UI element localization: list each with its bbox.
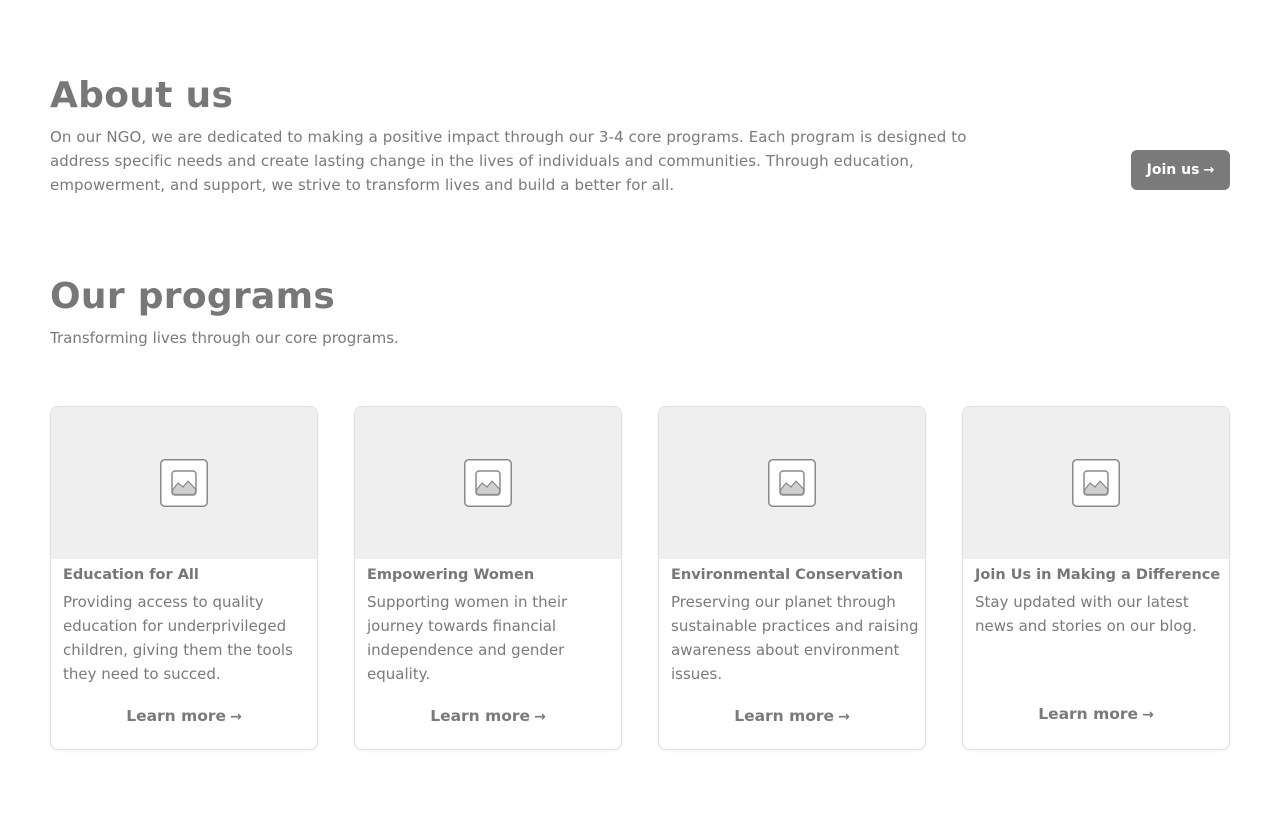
learn-more-label: Learn more [126, 707, 227, 725]
arrow-right-icon: → [838, 709, 850, 725]
card-image-placeholder [355, 407, 621, 559]
card-description: Providing access to quality education fo… [63, 593, 293, 683]
arrow-right-icon: → [1203, 162, 1215, 178]
about-section: About us On our NGO, we are dedicated to… [50, 70, 1230, 210]
card-title: Education for All [63, 567, 199, 583]
arrow-right-icon: → [534, 709, 546, 725]
program-card-women: Empowering Women Supporting women in the… [354, 406, 622, 750]
about-description: On our NGO, we are dedicated to making a… [50, 128, 967, 194]
image-placeholder-icon [1072, 459, 1120, 507]
card-description: Preserving our planet through sustainabl… [671, 593, 919, 683]
program-card-join: Join Us in Making a Difference Stay upda… [962, 406, 1230, 750]
about-title: About us [50, 75, 234, 116]
card-title: Empowering Women [367, 567, 535, 583]
card-title: Environmental Conservation [671, 567, 904, 583]
program-card-education: Education for All Providing access to qu… [50, 406, 318, 750]
join-us-label: Join us [1146, 162, 1200, 178]
programs-subtitle: Transforming lives through our core prog… [50, 329, 399, 347]
learn-more-link[interactable]: Learn more → [963, 703, 1229, 726]
card-title: Join Us in Making a Difference [975, 567, 1221, 583]
learn-more-link[interactable]: Learn more → [355, 705, 621, 728]
join-us-button[interactable]: Join us → [1131, 150, 1230, 190]
card-image-placeholder [659, 407, 925, 559]
image-placeholder-icon [160, 459, 208, 507]
arrow-right-icon: → [230, 709, 242, 725]
learn-more-link[interactable]: Learn more → [51, 705, 317, 728]
image-placeholder-icon [768, 459, 816, 507]
learn-more-link[interactable]: Learn more → [659, 705, 925, 728]
arrow-right-icon: → [1142, 707, 1154, 723]
image-placeholder-icon [464, 459, 512, 507]
card-description: Supporting women in their journey toward… [367, 593, 568, 683]
learn-more-label: Learn more [734, 707, 835, 725]
card-image-placeholder [963, 407, 1229, 559]
program-cards: Education for All Providing access to qu… [50, 406, 1232, 752]
card-description: Stay updated with our latest news and st… [975, 593, 1197, 635]
programs-title: Our programs [50, 276, 336, 317]
program-card-environment: Environmental Conservation Preserving ou… [658, 406, 926, 750]
learn-more-label: Learn more [430, 707, 531, 725]
learn-more-label: Learn more [1038, 705, 1139, 723]
card-image-placeholder [51, 407, 317, 559]
